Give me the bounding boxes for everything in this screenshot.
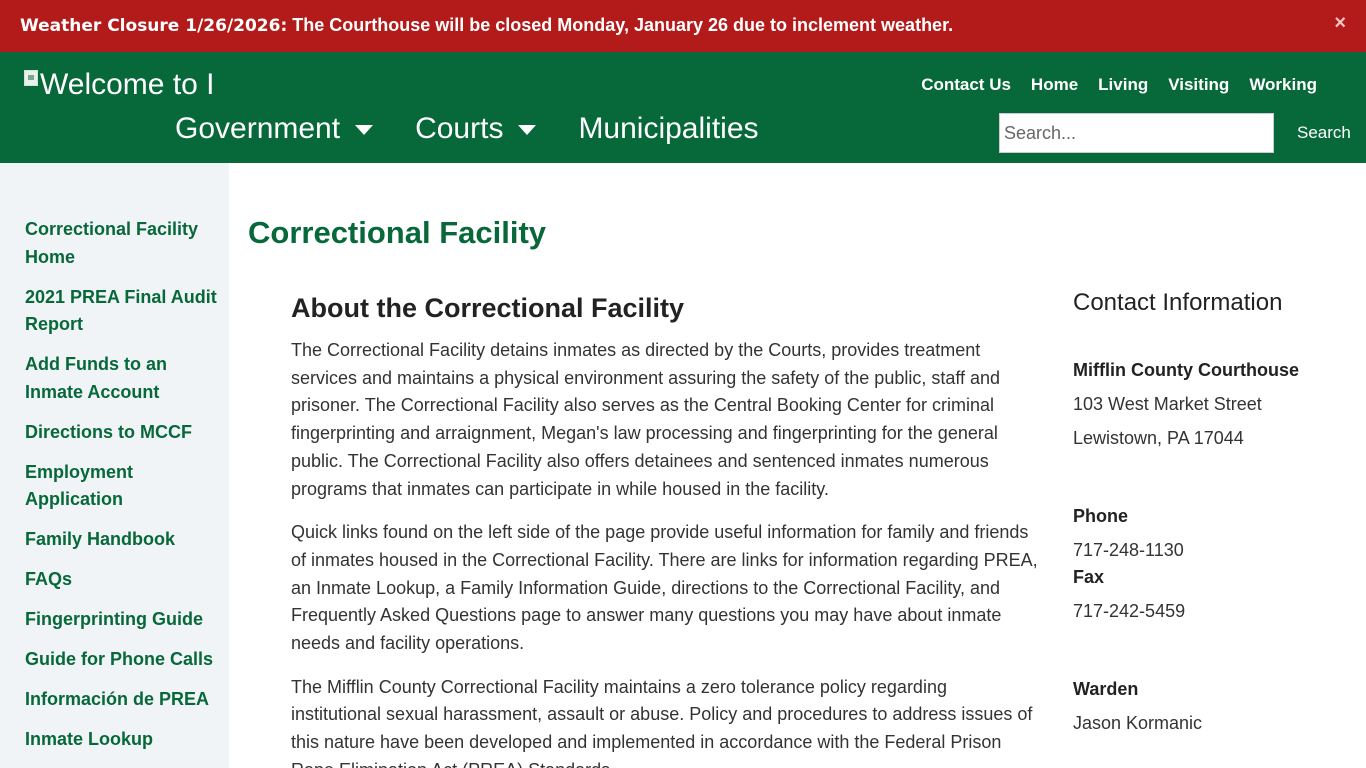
alert-message: The Courthouse will be closed Monday, Ja… xyxy=(287,15,954,35)
sidebar-item-correctional-facility-home[interactable]: Correctional Facility Home xyxy=(25,216,225,271)
logo-alt-text: Welcome to I xyxy=(40,68,215,101)
sidebar-item-directions[interactable]: Directions to MCCF xyxy=(25,419,225,447)
warden-label: Warden xyxy=(1073,679,1139,699)
phone-number[interactable]: 717-248-1130 xyxy=(1073,533,1333,567)
sidebar: Correctional Facility Home 2021 PREA Fin… xyxy=(0,163,229,768)
contact-title: Contact Information xyxy=(1073,289,1283,316)
main-content: Correctional Facility About the Correcti… xyxy=(229,163,1366,768)
article-paragraph: The Mifflin County Correctional Facility… xyxy=(291,676,1033,768)
close-icon[interactable]: × xyxy=(1334,12,1346,35)
sidebar-item-employment-application[interactable]: Employment Application xyxy=(25,459,225,514)
broken-image-icon xyxy=(24,70,38,86)
site-logo[interactable]: Welcome to I xyxy=(24,68,224,102)
about-article: About the Correctional Facility The Corr… xyxy=(291,293,1041,768)
nav-item-courts[interactable]: Courts xyxy=(415,112,537,146)
location-label: Mifflin County Courthouse xyxy=(1073,360,1299,380)
sidebar-item-inmate-lookup[interactable]: Inmate Lookup xyxy=(25,726,225,754)
article-heading: About the Correctional Facility xyxy=(291,293,685,323)
fax-number: 717-242-5459 xyxy=(1073,601,1186,621)
address-line-1: 103 West Market Street xyxy=(1073,394,1262,414)
sidebar-item-phone-calls-guide[interactable]: Guide for Phone Calls xyxy=(25,646,225,674)
article-paragraph: The Correctional Facility detains inmate… xyxy=(291,340,1001,499)
sidebar-item-family-handbook[interactable]: Family Handbook xyxy=(25,526,225,554)
nav-item-label: Municipalities xyxy=(578,112,759,145)
article-paragraph: Quick links found on the left side of th… xyxy=(291,522,1038,654)
utility-nav: Contact Us Home Living Visiting Working xyxy=(921,75,1317,95)
search-button[interactable]: Search xyxy=(1297,123,1351,143)
fax-label: Fax xyxy=(1073,567,1105,587)
sidebar-item-fingerprinting-guide[interactable]: Fingerprinting Guide xyxy=(25,606,225,634)
search-input[interactable] xyxy=(999,113,1274,153)
page-title: Correctional Facility xyxy=(248,215,547,250)
util-link-living[interactable]: Living xyxy=(1098,75,1148,95)
nav-item-government[interactable]: Government xyxy=(175,112,374,146)
nav-item-label: Courts xyxy=(415,112,504,145)
site-header: Welcome to I Government Courts Municipal… xyxy=(0,52,1366,163)
warden-name: Jason Kormanic xyxy=(1073,713,1203,733)
phone-label: Phone xyxy=(1073,506,1129,526)
sidebar-item-faqs[interactable]: FAQs xyxy=(25,566,225,594)
sidebar-item-add-funds[interactable]: Add Funds to an Inmate Account xyxy=(25,351,225,406)
util-link-home[interactable]: Home xyxy=(1031,75,1078,95)
alert-label: Weather Closure 1/26/2026: xyxy=(20,16,288,36)
sidebar-item-informacion-prea[interactable]: Información de PREA xyxy=(25,686,225,714)
main-nav: Government Courts Municipalities xyxy=(175,112,801,146)
util-link-contact-us[interactable]: Contact Us xyxy=(921,75,1011,95)
util-link-visiting[interactable]: Visiting xyxy=(1168,75,1229,95)
address-line-2: Lewistown, PA 17044 xyxy=(1073,428,1244,448)
nav-item-municipalities[interactable]: Municipalities xyxy=(578,112,758,146)
caret-down-icon xyxy=(355,125,374,135)
contact-information: Contact Information Mifflin County Court… xyxy=(1073,289,1333,740)
alert-text: Weather Closure 1/26/2026: The Courthous… xyxy=(20,15,953,36)
sidebar-menu: Correctional Facility Home 2021 PREA Fin… xyxy=(25,216,225,766)
caret-down-icon xyxy=(518,125,537,135)
weather-alert-banner: Weather Closure 1/26/2026: The Courthous… xyxy=(0,0,1366,52)
nav-item-label: Government xyxy=(175,112,341,145)
sidebar-item-prea-final-audit-report[interactable]: 2021 PREA Final Audit Report xyxy=(25,284,225,339)
util-link-working[interactable]: Working xyxy=(1249,75,1317,95)
